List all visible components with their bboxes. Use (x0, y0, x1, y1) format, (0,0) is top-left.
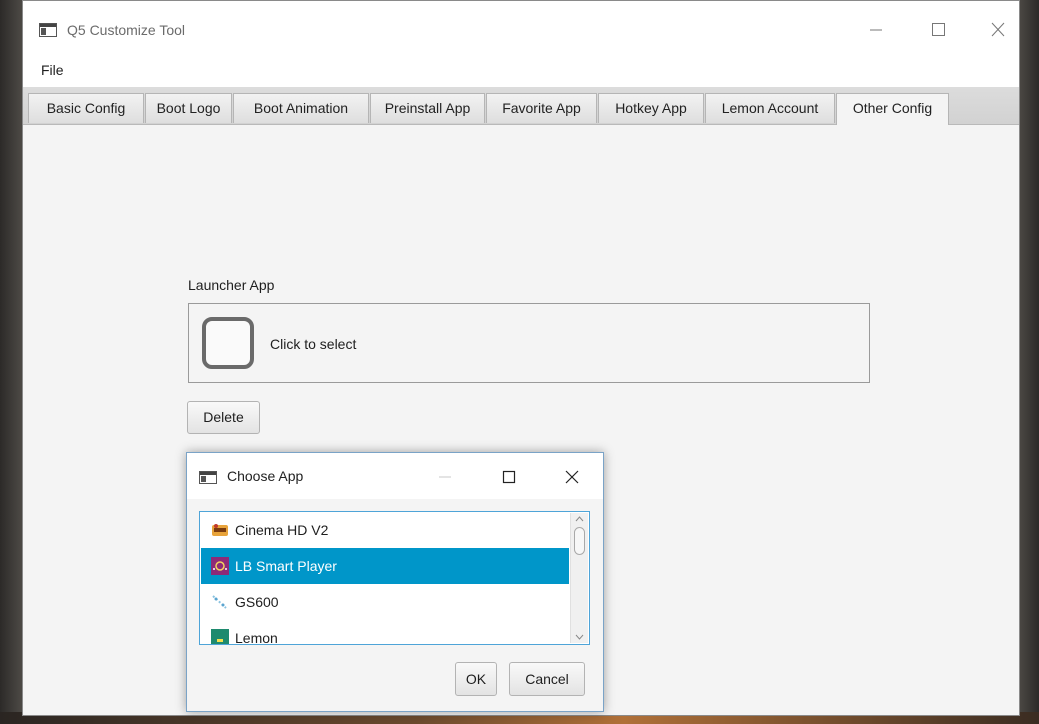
tab-bar: Basic Config Boot Logo Boot Animation Pr… (23, 87, 1019, 125)
list-item-label: Cinema HD V2 (235, 522, 329, 538)
dialog-title-bar[interactable]: Choose App (187, 453, 603, 499)
list-item[interactable]: Lemon (201, 620, 569, 645)
tab-boot-animation[interactable]: Boot Animation (233, 93, 369, 123)
list-item[interactable]: LB Smart Player (201, 548, 569, 584)
app-window-icon (39, 23, 57, 37)
app-placeholder-icon (202, 317, 254, 369)
gs600-icon (212, 595, 227, 609)
list-item-label: LB Smart Player (235, 558, 337, 574)
list-item[interactable]: Cinema HD V2 (201, 512, 569, 548)
tab-basic-config[interactable]: Basic Config (28, 93, 144, 123)
tab-other-config[interactable]: Other Config (836, 93, 949, 125)
cinema-hd-icon (212, 524, 228, 536)
tab-favorite-app[interactable]: Favorite App (486, 93, 597, 123)
list-item[interactable]: GS600 (201, 584, 569, 620)
lemon-app-icon (211, 629, 229, 644)
click-to-select-text: Click to select (270, 336, 357, 352)
tab-preinstall-app[interactable]: Preinstall App (370, 93, 485, 123)
tab-hotkey-app[interactable]: Hotkey App (598, 93, 704, 123)
minimize-icon[interactable] (859, 17, 893, 43)
close-icon[interactable] (558, 465, 586, 489)
launcher-app-label: Launcher App (188, 277, 275, 293)
menu-bar: File (23, 59, 1019, 88)
list-item-label: GS600 (235, 594, 279, 610)
maximize-icon[interactable] (495, 465, 523, 489)
menu-file[interactable]: File (37, 62, 68, 78)
lb-smart-player-icon (211, 557, 229, 575)
list-scrollbar[interactable] (570, 513, 588, 643)
tab-boot-logo[interactable]: Boot Logo (145, 93, 232, 123)
choose-app-dialog: Choose App Cinema HD V2 LB Smart Player … (186, 452, 604, 712)
delete-button[interactable]: Delete (187, 401, 260, 434)
cancel-button[interactable]: Cancel (509, 662, 585, 696)
scrollbar-thumb[interactable] (574, 527, 585, 555)
chevron-up-icon[interactable] (574, 515, 585, 523)
chevron-down-icon[interactable] (574, 633, 585, 641)
ok-button[interactable]: OK (455, 662, 497, 696)
list-item-label: Lemon (235, 630, 278, 645)
app-list[interactable]: Cinema HD V2 LB Smart Player GS600 Lemon (199, 511, 590, 645)
maximize-icon[interactable] (921, 17, 955, 43)
title-bar[interactable]: Q5 Customize Tool (23, 1, 1019, 59)
minimize-icon (439, 476, 451, 478)
close-icon[interactable] (981, 17, 1015, 43)
launcher-app-selector[interactable]: Click to select (188, 303, 870, 383)
window-title: Q5 Customize Tool (67, 22, 186, 38)
dialog-window-icon (199, 471, 217, 484)
tab-lemon-account[interactable]: Lemon Account (705, 93, 835, 123)
dialog-title: Choose App (227, 468, 304, 484)
